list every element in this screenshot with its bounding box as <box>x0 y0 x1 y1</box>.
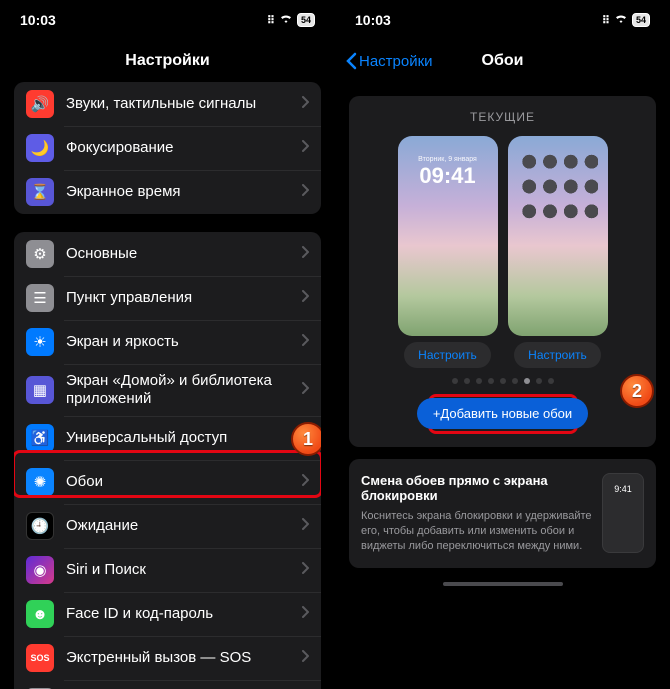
navbar: Настройки Обои <box>335 40 670 82</box>
row-label: Экран и яркость <box>66 333 301 351</box>
page-dots[interactable] <box>359 378 646 384</box>
settings-row-sos[interactable]: SOS Экстренный вызов — SOS <box>14 636 321 680</box>
lock-wallpaper-preview[interactable]: Вторник, 9 января 09:41 <box>398 136 498 336</box>
display-icon: ☀ <box>26 328 54 356</box>
customize-home-button[interactable]: Настроить <box>514 342 601 368</box>
settings-row-faceid[interactable]: ☻ Face ID и код-пароль <box>14 592 321 636</box>
settings-row-home-screen[interactable]: ▦ Экран «Домой» и библиотека приложений <box>14 364 321 416</box>
row-label: Основные <box>66 245 301 263</box>
settings-list: 🔊 Звуки, тактильные сигналы 🌙 Фокусирование… <box>0 82 335 689</box>
chevron-right-icon <box>301 289 309 307</box>
wifi-icon <box>279 14 293 27</box>
standby-icon: 🕘 <box>26 512 54 540</box>
current-header: ТЕКУЩИЕ <box>359 110 646 124</box>
row-label: Универсальный доступ <box>66 429 301 447</box>
lock-date: Вторник, 9 января <box>398 156 498 163</box>
current-wallpaper-card: ТЕКУЩИЕ Вторник, 9 января 09:41 Настроит… <box>349 96 656 447</box>
row-label: Экранное время <box>66 183 301 201</box>
settings-row-control-center[interactable]: ☰ Пункт управления <box>14 276 321 320</box>
chevron-right-icon <box>301 517 309 535</box>
chevron-right-icon <box>301 333 309 351</box>
wallpaper-icon: ✺ <box>26 468 54 496</box>
settings-row-screentime[interactable]: ⌛ Экранное время <box>14 170 321 214</box>
settings-row-focus[interactable]: 🌙 Фокусирование <box>14 126 321 170</box>
wifi-icon <box>614 14 628 27</box>
settings-row-display[interactable]: ☀ Экран и яркость <box>14 320 321 364</box>
faceid-icon: ☻ <box>26 600 54 628</box>
status-right: ⠿ 54 <box>267 13 315 27</box>
siri-icon: ◉ <box>26 556 54 584</box>
row-label: Экстренный вызов — SOS <box>66 649 301 667</box>
sounds-icon: 🔊 <box>26 90 54 118</box>
row-label: Ожидание <box>66 517 301 535</box>
back-label: Настройки <box>359 53 433 70</box>
battery-icon: 54 <box>632 13 650 27</box>
home-wallpaper-col: Настроить <box>508 136 608 368</box>
row-label: Пункт управления <box>66 289 301 307</box>
settings-row-sounds[interactable]: 🔊 Звуки, тактильные сигналы <box>14 82 321 126</box>
chevron-right-icon <box>301 95 309 113</box>
chevron-right-icon <box>301 139 309 157</box>
settings-group-2: ⚙ Основные ☰ Пункт управления ☀ Экран и яркос… <box>14 232 321 689</box>
status-bar: 10:03 ⠿ 54 <box>335 0 670 40</box>
accessibility-icon: ♿ <box>26 424 54 452</box>
home-screen-icon: ▦ <box>26 376 54 404</box>
home-indicator <box>443 582 563 586</box>
add-wallpaper-button[interactable]: +Добавить новые обои <box>417 398 588 429</box>
status-time: 10:03 <box>355 12 391 28</box>
sos-icon: SOS <box>26 644 54 672</box>
row-label: Face ID и код-пароль <box>66 605 301 623</box>
row-label: Экран «Домой» и библиотека приложений <box>66 372 301 408</box>
info-card: Смена обоев прямо с экрана блокировки Ко… <box>349 459 656 568</box>
right-screenshot: 10:03 ⠿ 54 Настройки Обои ТЕКУЩИЕ Вторни… <box>335 0 670 689</box>
signal-icon: ⠿ <box>602 14 610 27</box>
settings-row-siri[interactable]: ◉ Siri и Поиск <box>14 548 321 592</box>
row-label: Звуки, тактильные сигналы <box>66 95 301 113</box>
navbar: Настройки <box>0 40 335 82</box>
chevron-right-icon <box>301 473 309 491</box>
lock-time: 09:41 <box>398 163 498 189</box>
settings-group-1: 🔊 Звуки, тактильные сигналы 🌙 Фокусирование… <box>14 82 321 214</box>
status-right: ⠿ 54 <box>602 13 650 27</box>
back-button[interactable]: Настройки <box>345 52 433 70</box>
info-mini-preview: 9:41 <box>602 473 644 553</box>
settings-row-contact-notify[interactable]: ✉Уведомления о контакте <box>14 680 321 689</box>
chevron-right-icon <box>301 649 309 667</box>
wallpaper-pair: Вторник, 9 января 09:41 Настроить Настро… <box>359 136 646 368</box>
focus-icon: 🌙 <box>26 134 54 162</box>
page-title: Настройки <box>0 52 335 70</box>
chevron-right-icon <box>301 381 309 399</box>
chevron-right-icon <box>301 183 309 201</box>
battery-icon: 54 <box>297 13 315 27</box>
settings-row-standby[interactable]: 🕘 Ожидание <box>14 504 321 548</box>
mini-time: 9:41 <box>614 484 632 494</box>
settings-row-wallpaper[interactable]: ✺ Обои <box>14 460 321 504</box>
chevron-right-icon <box>301 605 309 623</box>
chevron-right-icon <box>301 429 309 447</box>
settings-row-accessibility[interactable]: ♿ Универсальный доступ <box>14 416 321 460</box>
customize-lock-button[interactable]: Настроить <box>404 342 491 368</box>
chevron-right-icon <box>301 245 309 263</box>
status-bar: 10:03 ⠿ 54 <box>0 0 335 40</box>
lock-wallpaper-col: Вторник, 9 января 09:41 Настроить <box>398 136 498 368</box>
wallpaper-content: ТЕКУЩИЕ Вторник, 9 января 09:41 Настроит… <box>335 82 670 689</box>
left-screenshot: 10:03 ⠿ 54 Настройки 🔊 Звуки, тактильные … <box>0 0 335 689</box>
row-label: Siri и Поиск <box>66 561 301 579</box>
signal-icon: ⠿ <box>267 14 275 27</box>
control-center-icon: ☰ <box>26 284 54 312</box>
general-icon: ⚙ <box>26 240 54 268</box>
chevron-right-icon <box>301 561 309 579</box>
screentime-icon: ⌛ <box>26 178 54 206</box>
row-label: Фокусирование <box>66 139 301 157</box>
settings-row-general[interactable]: ⚙ Основные <box>14 232 321 276</box>
home-wallpaper-preview[interactable] <box>508 136 608 336</box>
info-title: Смена обоев прямо с экрана блокировки <box>361 473 592 503</box>
info-body: Коснитесь экрана блокировки и удерживайт… <box>361 509 592 554</box>
status-time: 10:03 <box>20 12 56 28</box>
row-label: Обои <box>66 473 301 491</box>
